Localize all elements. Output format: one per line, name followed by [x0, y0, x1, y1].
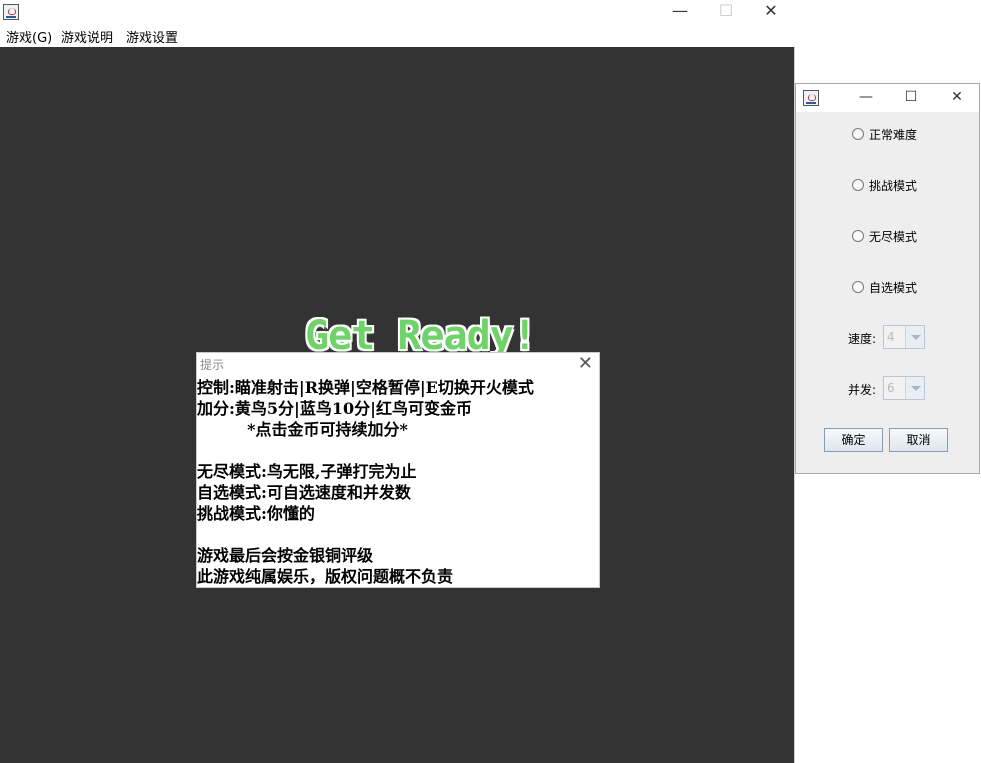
speed-select[interactable]: 4 [883, 325, 925, 349]
cancel-button[interactable]: 取消 [889, 428, 948, 452]
speed-value: 4 [887, 330, 895, 344]
close-button[interactable]: ✕ [748, 0, 794, 24]
speed-label: 速度: [848, 332, 877, 346]
tip-line-challenge: 挑战模式:你懂的 [197, 504, 315, 523]
menu-game[interactable]: 游戏(G) [6, 27, 52, 46]
maximize-button[interactable]: ☐ [703, 0, 749, 24]
main-titlebar[interactable]: — ☐ ✕ [0, 0, 795, 24]
radio-challenge[interactable] [852, 179, 864, 191]
option-normal-label: 正常难度 [869, 128, 918, 142]
java-app-icon [803, 90, 819, 106]
concurrency-select[interactable]: 6 [883, 376, 925, 400]
tip-dialog-title: 提示 [200, 358, 225, 372]
settings-close-button[interactable]: ✕ [934, 86, 980, 110]
settings-maximize-button[interactable]: ☐ [888, 86, 934, 110]
tip-line-controls: 控制:瞄准射击|R换弹|空格暂停|E切换开火模式 [197, 378, 534, 397]
settings-dialog: — ☐ ✕ 正常难度 挑战模式 无尽模式 自选模式 速度: 4 并发: 6 确定… [795, 83, 980, 474]
chevron-down-icon[interactable] [905, 326, 924, 348]
settings-minimize-button[interactable]: — [843, 86, 889, 110]
tip-line-blank [197, 524, 601, 545]
confirm-button[interactable]: 确定 [824, 428, 883, 452]
tip-line-coin-hint: *点击金币可持续加分* [197, 420, 408, 439]
tip-line-endless: 无尽模式:鸟无限,子弹打完为止 [197, 462, 417, 481]
concurrency-label: 并发: [848, 383, 877, 397]
menu-bar: 游戏(G) 游戏说明 游戏设置 [0, 24, 795, 46]
tip-line-custom: 自选模式:可自选速度和并发数 [197, 483, 411, 502]
tip-line-blank [197, 440, 601, 461]
option-custom-label: 自选模式 [869, 281, 918, 295]
radio-normal[interactable] [852, 128, 864, 140]
tip-line-scoring: 加分:黄鸟5分|蓝鸟10分|红鸟可变金币 [197, 399, 472, 418]
option-endless-label: 无尽模式 [869, 230, 918, 244]
tip-line-rating: 游戏最后会按金银铜评级 [197, 546, 374, 565]
tip-line-disclaimer: 此游戏纯属娱乐，版权问题概不负责 [197, 567, 454, 586]
menu-settings[interactable]: 游戏设置 [126, 27, 178, 46]
option-challenge-label: 挑战模式 [869, 179, 918, 193]
java-app-icon [3, 4, 19, 20]
settings-titlebar[interactable]: — ☐ ✕ [796, 84, 979, 112]
radio-custom[interactable] [852, 281, 864, 293]
menu-instructions[interactable]: 游戏说明 [61, 27, 113, 46]
tip-close-icon[interactable]: ✕ [578, 353, 593, 375]
minimize-button[interactable]: — [657, 0, 703, 24]
tip-dialog: 提示 ✕ 控制:瞄准射击|R换弹|空格暂停|E切换开火模式 加分:黄鸟5分|蓝鸟… [196, 352, 600, 588]
concurrency-value: 6 [887, 381, 895, 395]
tip-text: 控制:瞄准射击|R换弹|空格暂停|E切换开火模式 加分:黄鸟5分|蓝鸟10分|红… [197, 377, 601, 587]
radio-endless[interactable] [852, 230, 864, 242]
chevron-down-icon[interactable] [905, 377, 924, 399]
